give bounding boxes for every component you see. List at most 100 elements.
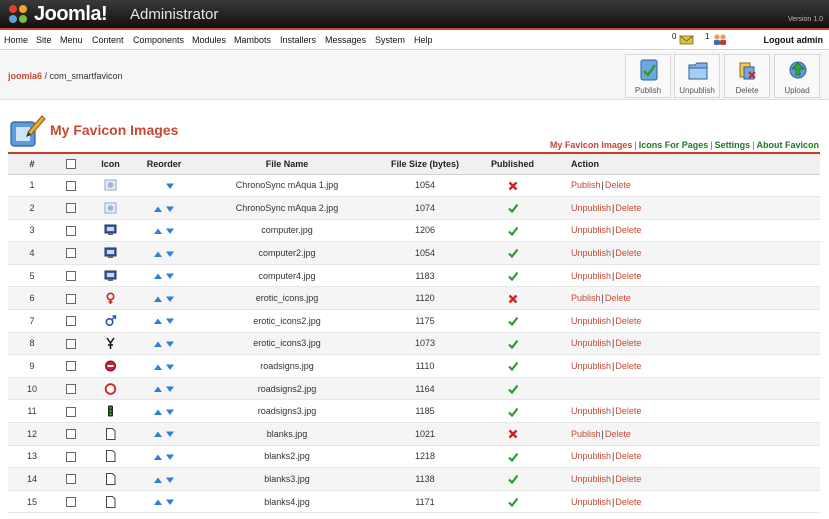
unpublish-link[interactable]: Unpublish [571, 203, 611, 213]
submenu-settings[interactable]: Settings [715, 140, 751, 150]
delete-link[interactable]: Delete [615, 271, 641, 281]
users-online-icon[interactable] [712, 33, 728, 46]
move-down-icon[interactable] [165, 385, 175, 393]
header-file-size[interactable]: File Size (bytes) [381, 152, 469, 175]
row-checkbox[interactable] [66, 203, 76, 214]
move-up-icon[interactable] [153, 340, 163, 348]
move-down-icon[interactable] [165, 430, 175, 438]
move-down-icon[interactable] [165, 182, 175, 190]
menu-system[interactable]: System [375, 35, 405, 45]
menu-components[interactable]: Components [133, 35, 184, 45]
move-up-icon[interactable] [153, 385, 163, 393]
move-up-icon[interactable] [153, 250, 163, 258]
header-published[interactable]: Published [469, 152, 556, 175]
publish-link[interactable]: Publish [571, 293, 601, 303]
menu-menu[interactable]: Menu [60, 35, 83, 45]
unpublish-link[interactable]: Unpublish [571, 406, 611, 416]
published-check-icon[interactable] [507, 339, 518, 349]
row-checkbox[interactable] [66, 180, 76, 191]
move-down-icon[interactable] [165, 250, 175, 258]
move-up-icon[interactable] [153, 205, 163, 213]
published-check-icon[interactable] [507, 452, 518, 462]
row-checkbox[interactable] [66, 496, 76, 507]
delete-link[interactable]: Delete [615, 248, 641, 258]
unpublish-link[interactable]: Unpublish [571, 338, 611, 348]
published-check-icon[interactable] [507, 407, 518, 417]
unpublished-cross-icon[interactable] [508, 294, 518, 304]
row-checkbox[interactable] [66, 383, 76, 394]
menu-messages[interactable]: Messages [325, 35, 366, 45]
row-checkbox[interactable] [66, 293, 76, 304]
move-down-icon[interactable] [165, 498, 175, 506]
submenu-about-favicon[interactable]: About Favicon [757, 140, 820, 150]
unpublished-cross-icon[interactable] [508, 181, 518, 191]
delete-link[interactable]: Delete [615, 225, 641, 235]
publish-button[interactable]: Publish [625, 54, 671, 98]
publish-link[interactable]: Publish [571, 180, 601, 190]
move-up-icon[interactable] [153, 476, 163, 484]
delete-link[interactable]: Delete [605, 293, 631, 303]
unpublish-button[interactable]: Unpublish [674, 54, 720, 98]
menu-site[interactable]: Site [36, 35, 52, 45]
published-check-icon[interactable] [507, 474, 518, 485]
delete-link[interactable]: Delete [605, 429, 631, 439]
unpublish-link[interactable]: Unpublish [571, 474, 611, 484]
row-checkbox[interactable] [66, 451, 76, 462]
row-checkbox[interactable] [66, 406, 76, 417]
delete-button[interactable]: Delete [724, 54, 770, 98]
delete-link[interactable]: Delete [615, 361, 641, 371]
published-check-icon[interactable] [507, 361, 518, 372]
move-down-icon[interactable] [165, 227, 175, 235]
move-down-icon[interactable] [165, 340, 175, 348]
row-checkbox[interactable] [66, 316, 76, 327]
move-down-icon[interactable] [165, 476, 175, 484]
row-checkbox[interactable] [66, 474, 76, 485]
move-down-icon[interactable] [165, 205, 175, 213]
move-up-icon[interactable] [153, 363, 163, 371]
delete-link[interactable]: Delete [615, 338, 641, 348]
delete-link[interactable]: Delete [615, 497, 641, 507]
move-down-icon[interactable] [165, 363, 175, 371]
published-check-icon[interactable] [507, 316, 518, 327]
header-file-name[interactable]: File Name [193, 152, 381, 175]
move-up-icon[interactable] [153, 295, 163, 303]
unpublished-cross-icon[interactable] [508, 429, 518, 439]
unpublish-link[interactable]: Unpublish [571, 271, 611, 281]
menu-mambots[interactable]: Mambots [234, 35, 271, 45]
move-up-icon[interactable] [153, 272, 163, 280]
unpublish-link[interactable]: Unpublish [571, 451, 611, 461]
unpublish-link[interactable]: Unpublish [571, 316, 611, 326]
move-down-icon[interactable] [165, 295, 175, 303]
delete-link[interactable]: Delete [605, 180, 631, 190]
row-checkbox[interactable] [66, 270, 76, 281]
breadcrumb-home-link[interactable]: joomla6 [8, 71, 42, 81]
menu-home[interactable]: Home [4, 35, 28, 45]
menu-content[interactable]: Content [92, 35, 124, 45]
move-up-icon[interactable] [153, 408, 163, 416]
move-down-icon[interactable] [165, 408, 175, 416]
publish-link[interactable]: Publish [571, 429, 601, 439]
upload-button[interactable]: Upload [774, 54, 820, 98]
menu-help[interactable]: Help [414, 35, 433, 45]
unpublish-link[interactable]: Unpublish [571, 497, 611, 507]
unpublish-link[interactable]: Unpublish [571, 361, 611, 371]
row-checkbox[interactable] [66, 361, 76, 372]
menu-installers[interactable]: Installers [280, 35, 316, 45]
row-checkbox[interactable] [66, 225, 76, 236]
move-down-icon[interactable] [165, 272, 175, 280]
published-check-icon[interactable] [507, 226, 518, 236]
published-check-icon[interactable] [507, 384, 518, 394]
published-check-icon[interactable] [507, 271, 518, 281]
published-check-icon[interactable] [507, 203, 518, 214]
logout-link[interactable]: Logout admin [764, 35, 824, 45]
delete-link[interactable]: Delete [615, 451, 641, 461]
submenu-icons-for-pages[interactable]: Icons For Pages [639, 140, 709, 150]
select-all-checkbox[interactable] [66, 159, 76, 170]
delete-link[interactable]: Delete [615, 203, 641, 213]
submenu-my-favicon-images[interactable]: My Favicon Images [550, 140, 633, 150]
unpublish-link[interactable]: Unpublish [571, 225, 611, 235]
move-up-icon[interactable] [153, 498, 163, 506]
row-checkbox[interactable] [66, 429, 76, 440]
delete-link[interactable]: Delete [615, 474, 641, 484]
delete-link[interactable]: Delete [615, 316, 641, 326]
